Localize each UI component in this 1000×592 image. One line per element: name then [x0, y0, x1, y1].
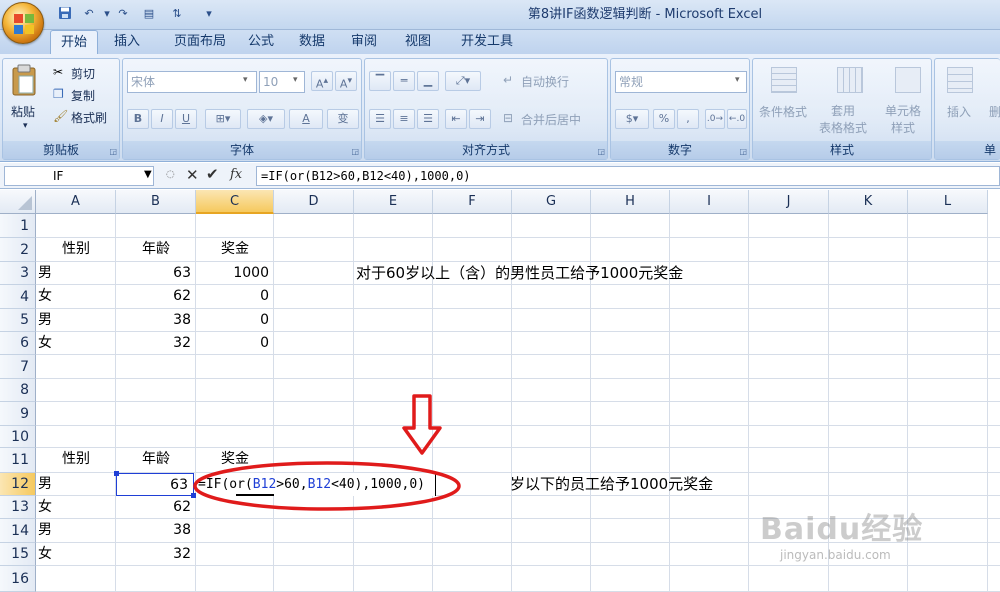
- number-format-select[interactable]: 常规: [615, 71, 747, 93]
- sort-icon[interactable]: ⇅: [168, 6, 186, 22]
- expand-icon[interactable]: ◌: [166, 169, 175, 180]
- paste-dropdown-icon[interactable]: ▾: [23, 121, 28, 131]
- number-launcher-icon[interactable]: ◲: [739, 147, 747, 156]
- tab-page-layout[interactable]: 页面布局: [158, 30, 242, 54]
- align-right-button[interactable]: ☰: [417, 109, 439, 129]
- bold-button[interactable]: B: [127, 109, 149, 129]
- insert-function-icon[interactable]: fx: [230, 167, 242, 182]
- font-name-dropdown-icon[interactable]: ▾: [243, 75, 248, 85]
- font-group-label: 字体: [123, 141, 361, 159]
- fill-color-button[interactable]: ◈▾: [247, 109, 285, 129]
- number-group-label: 数字: [611, 141, 749, 159]
- decrease-indent-button[interactable]: ⇤: [445, 109, 467, 129]
- cell-styles-button[interactable]: 单元格 样式: [885, 103, 921, 137]
- clipboard-launcher-icon[interactable]: ◲: [109, 147, 117, 156]
- font-size-dropdown-icon[interactable]: ▾: [293, 75, 298, 85]
- increase-decimal-button[interactable]: .0→: [705, 109, 725, 129]
- paste-icon[interactable]: [9, 63, 39, 97]
- align-top-button[interactable]: ▔: [369, 71, 391, 91]
- customize-icon[interactable]: ▾: [200, 6, 218, 22]
- undo-icon[interactable]: ↶: [80, 6, 98, 22]
- format-as-table-button[interactable]: 套用 表格格式: [819, 103, 867, 137]
- grow-font-button[interactable]: A▴: [311, 71, 333, 91]
- alignment-launcher-icon[interactable]: ◲: [597, 147, 605, 156]
- tab-insert[interactable]: 插入: [104, 30, 150, 54]
- font-color-button[interactable]: A: [289, 109, 323, 129]
- formula-bar: IF ▼ ◌ ✕ ✔ fx =IF(or(B12>60,B12<40),1000…: [0, 163, 1000, 189]
- save-icon[interactable]: [56, 6, 74, 22]
- merge-center-button[interactable]: 合并后居中: [521, 111, 581, 128]
- cells-group: 插入 删 单: [934, 58, 1000, 160]
- currency-button[interactable]: $▾: [615, 109, 649, 129]
- percent-button[interactable]: %: [653, 109, 675, 129]
- styles-group-label: 样式: [753, 141, 931, 159]
- decrease-decimal-button[interactable]: ←.0: [727, 109, 747, 129]
- cut-button[interactable]: 剪切: [71, 65, 95, 82]
- tab-view[interactable]: 视图: [396, 30, 440, 54]
- cells-group-label: 单: [935, 141, 1000, 159]
- align-middle-button[interactable]: ═: [393, 71, 415, 91]
- alignment-group-label: 对齐方式: [365, 141, 607, 159]
- insert-cells-icon: [947, 67, 973, 93]
- copy-icon: ❐: [53, 87, 64, 101]
- formula-input[interactable]: =IF(or(B12>60,B12<40),1000,0): [256, 166, 1000, 186]
- format-as-table-icon: [837, 67, 863, 93]
- clipboard-group: 粘贴 ▾ ✂ 剪切 ❐ 复制 🖌 格式刷 剪贴板 ◲: [2, 58, 120, 160]
- insert-cells-button[interactable]: 插入: [947, 103, 971, 120]
- number-group: 常规 ▾ $▾ % , .0→ ←.0 数字 ◲: [610, 58, 750, 160]
- align-bottom-button[interactable]: ▁: [417, 71, 439, 91]
- tab-data[interactable]: 数据: [290, 30, 334, 54]
- underline-button[interactable]: U: [175, 109, 197, 129]
- format-painter-icon: 🖌: [53, 109, 69, 123]
- format-painter-button[interactable]: 格式刷: [71, 109, 107, 126]
- tab-developer[interactable]: 开发工具: [450, 30, 524, 54]
- delete-cells-button[interactable]: 删: [989, 103, 1000, 120]
- tab-home[interactable]: 开始: [50, 30, 98, 55]
- conditional-formatting-icon: [771, 67, 797, 93]
- tab-formulas[interactable]: 公式: [240, 30, 282, 54]
- align-center-button[interactable]: ≡: [393, 109, 415, 129]
- italic-button[interactable]: I: [151, 109, 173, 129]
- print-preview-icon[interactable]: ▤: [140, 6, 158, 22]
- cut-icon: ✂: [53, 65, 64, 79]
- red-arrow-icon: [402, 394, 442, 455]
- alignment-group: ▔ ═ ▁ ⤢▾ ↵ 自动换行 ☰ ≡ ☰ ⇤ ⇥ ⊟ 合并后居中 对齐方式 ◲: [364, 58, 608, 160]
- increase-indent-button[interactable]: ⇥: [469, 109, 491, 129]
- ribbon: 粘贴 ▾ ✂ 剪切 ❐ 复制 🖌 格式刷 剪贴板 ◲ 宋体 ▾ 10 ▾ A▴ …: [0, 54, 1000, 162]
- styles-group: 条件格式 套用 表格格式 单元格 样式 样式: [752, 58, 932, 160]
- cell-styles-icon: [895, 67, 921, 93]
- number-format-dropdown-icon[interactable]: ▾: [735, 75, 740, 85]
- name-box-dropdown-icon[interactable]: ▼: [144, 169, 152, 180]
- copy-button[interactable]: 复制: [71, 87, 95, 104]
- red-ellipse: [193, 461, 461, 511]
- worksheet-grid: ABCDEFGHIJKL 1 2 3 4 5 6 7 8 9 10 11 12 13 14 15 16 性别 …: [0, 190, 1000, 592]
- wrap-text-button[interactable]: 自动换行: [521, 73, 569, 90]
- comma-button[interactable]: ,: [677, 109, 699, 129]
- font-size-select[interactable]: 10: [259, 71, 305, 93]
- align-left-button[interactable]: ☰: [369, 109, 391, 129]
- office-logo-icon: [14, 14, 34, 34]
- watermark-url: jingyan.baidu.com: [780, 548, 891, 562]
- office-button[interactable]: [2, 2, 44, 44]
- orientation-button[interactable]: ⤢▾: [445, 71, 481, 91]
- paste-button[interactable]: 粘贴: [11, 103, 35, 120]
- font-name-select[interactable]: 宋体: [127, 71, 257, 93]
- borders-button[interactable]: ⊞▾: [205, 109, 241, 129]
- shrink-font-button[interactable]: A▾: [335, 71, 357, 91]
- ribbon-tabs: 开始 插入 页面布局 公式 数据 审阅 视图 开发工具: [0, 30, 1000, 55]
- wrap-text-icon: ↵: [503, 73, 514, 87]
- font-group: 宋体 ▾ 10 ▾ A▴ A▾ B I U ⊞▾ ◈▾ A 变 字体 ◲: [122, 58, 362, 160]
- enter-icon[interactable]: ✔: [206, 165, 219, 183]
- conditional-formatting-button[interactable]: 条件格式: [759, 103, 807, 120]
- font-launcher-icon[interactable]: ◲: [351, 147, 359, 156]
- clipboard-group-label: 剪贴板: [3, 141, 119, 159]
- redo-icon[interactable]: ↷: [114, 6, 132, 22]
- name-box[interactable]: IF: [4, 166, 154, 186]
- cancel-icon[interactable]: ✕: [186, 166, 199, 184]
- merge-icon: ⊟: [503, 111, 514, 125]
- phonetic-button[interactable]: 变: [327, 109, 359, 129]
- watermark-brand: Baidu经验: [760, 512, 924, 547]
- tab-review[interactable]: 审阅: [342, 30, 386, 54]
